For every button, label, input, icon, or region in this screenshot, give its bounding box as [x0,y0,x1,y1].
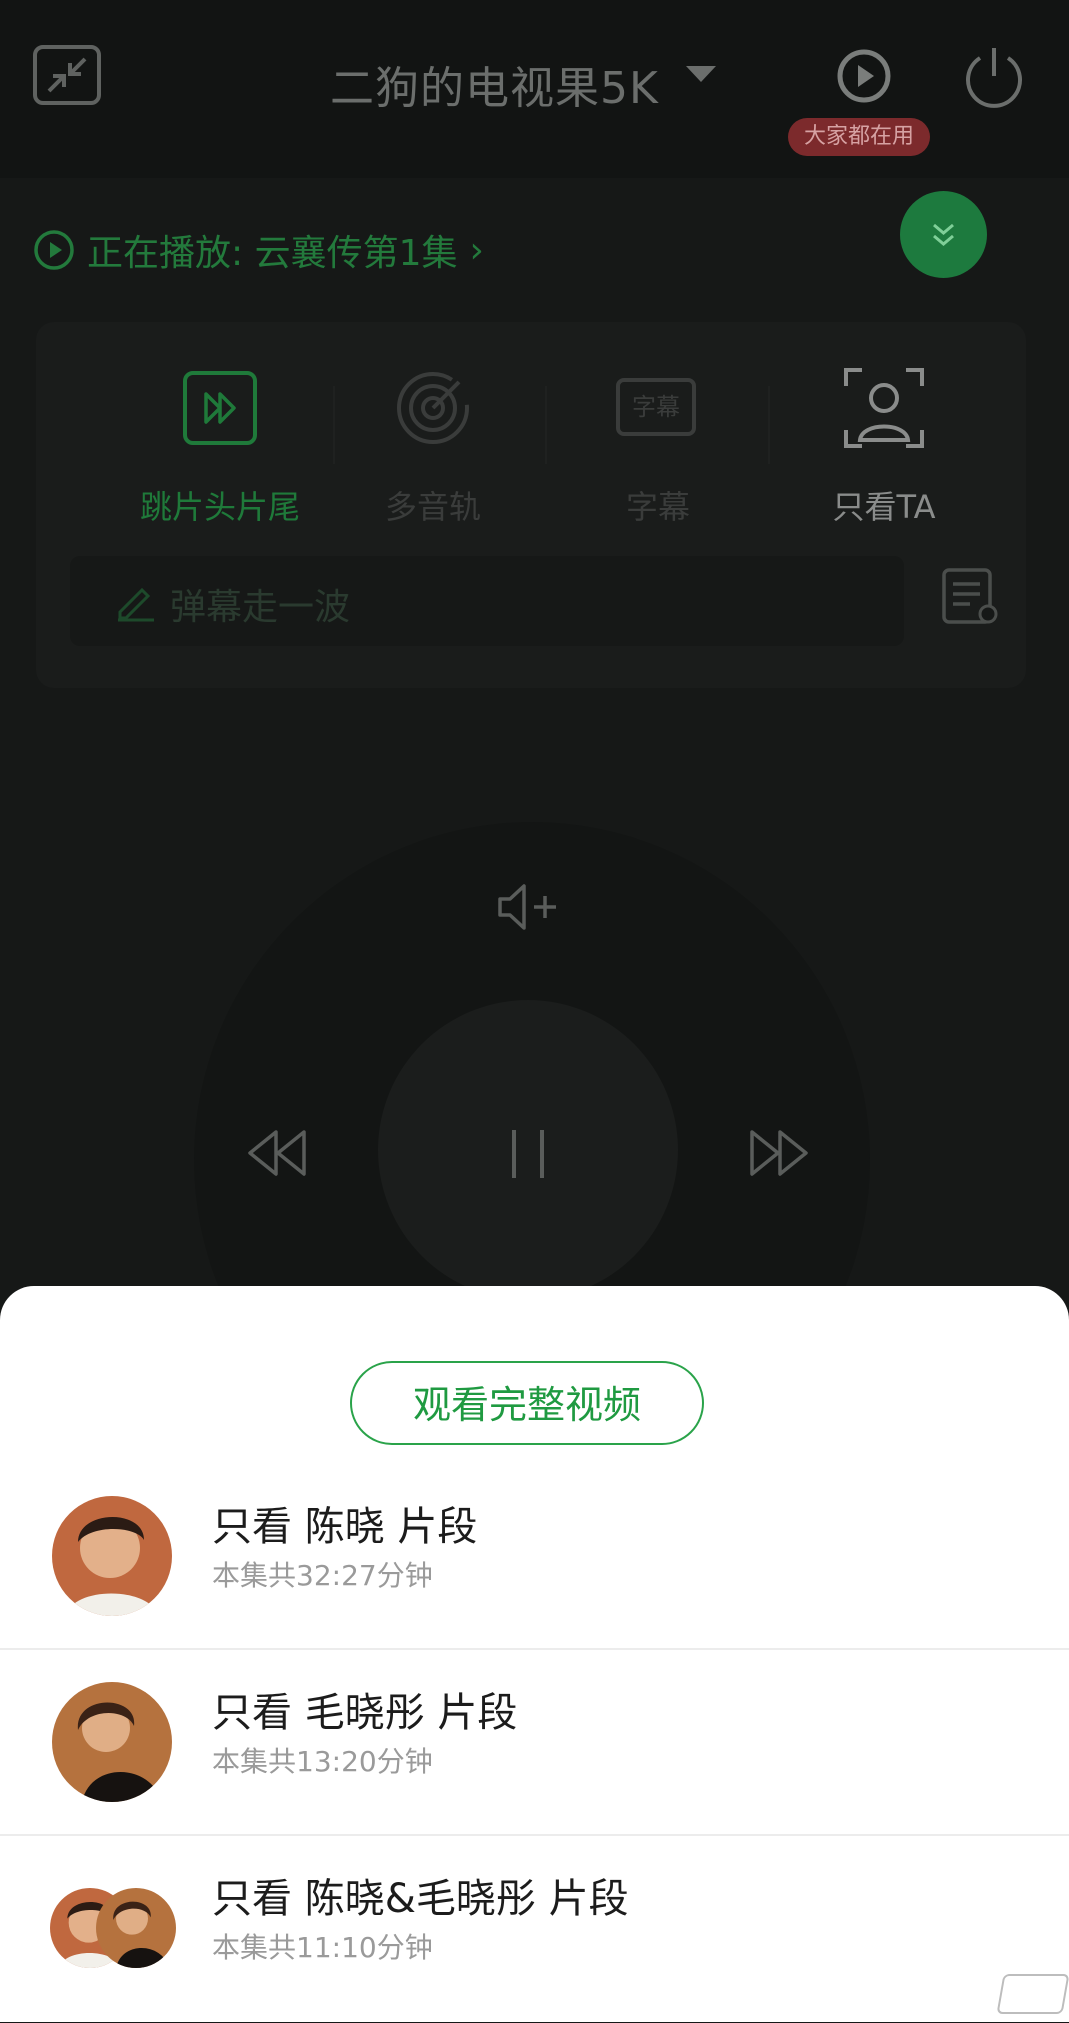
volume-up-icon[interactable] [496,882,562,932]
list-item[interactable]: 只看 毛晓彤 片段 本集共13:20分钟 [0,1652,1069,1837]
avatar [96,1888,176,1968]
option-duration: 本集共11:10分钟 [212,1931,433,1964]
divider [768,386,770,464]
option-duration: 本集共32:27分钟 [212,1559,433,1592]
danmu-input[interactable]: 弹幕走一波 [70,556,904,646]
pause-icon[interactable] [506,1126,550,1182]
now-playing-label: 正在播放: 云襄传第1集 [87,233,458,274]
skip-intro-icon [178,366,262,450]
chevron-right-icon: › [469,229,484,271]
watch-full-video-button[interactable]: 观看完整视频 [350,1361,704,1445]
watermark-logo [996,1974,1069,2014]
power-icon[interactable] [962,44,1026,108]
focus-person-icon [842,366,926,450]
option-duration: 本集共13:20分钟 [212,1745,433,1778]
rewind-icon[interactable] [246,1128,308,1178]
option-title: 只看 毛晓彤 片段 [212,1690,518,1736]
option-title: 只看 陈晓 片段 [212,1504,478,1550]
avatar [52,1682,172,1802]
double-chevron-down-icon [933,223,954,246]
fast-forward-icon[interactable] [748,1128,810,1178]
dropdown-caret-icon[interactable] [686,66,716,86]
subtitle-icon: 字幕 [616,366,700,450]
list-item[interactable]: 只看 陈晓 片段 本集共32:27分钟 [0,1466,1069,1651]
avatar [52,1496,172,1616]
audio-track-icon [391,366,475,450]
feature-skip-intro[interactable]: 跳片头片尾 [120,366,320,526]
feature-subtitle[interactable]: 字幕 字幕 [558,366,758,526]
divider [0,1648,1069,1650]
cast-icon[interactable] [836,48,892,104]
avatar-pair [50,1888,176,1968]
list-item[interactable]: 只看 陈晓&毛晓彤 片段 本集共11:10分钟 [0,1838,1069,2023]
danmu-placeholder: 弹幕走一波 [170,587,351,628]
shrink-icon[interactable] [33,45,101,105]
popular-badge: 大家都在用 [788,118,931,156]
collapse-button[interactable] [900,191,987,278]
now-playing[interactable]: 正在播放: 云襄传第1集 › [33,225,484,275]
feature-label: 多音轨 [384,488,481,526]
divider [545,386,547,464]
feature-label: 字幕 [625,488,690,526]
divider [0,1834,1069,1836]
option-title: 只看 陈晓&毛晓彤 片段 [212,1876,629,1922]
danmu-settings-icon[interactable] [940,566,1002,628]
feature-label: 跳片头片尾 [139,488,300,526]
feature-focus-person[interactable]: 只看TA [784,366,984,526]
feature-label: 只看TA [832,488,936,526]
play-circle-icon [33,229,75,271]
device-title[interactable]: 二狗的电视果5K [330,52,659,116]
pencil-icon [114,580,156,622]
feature-audio-track[interactable]: 多音轨 [333,366,533,526]
